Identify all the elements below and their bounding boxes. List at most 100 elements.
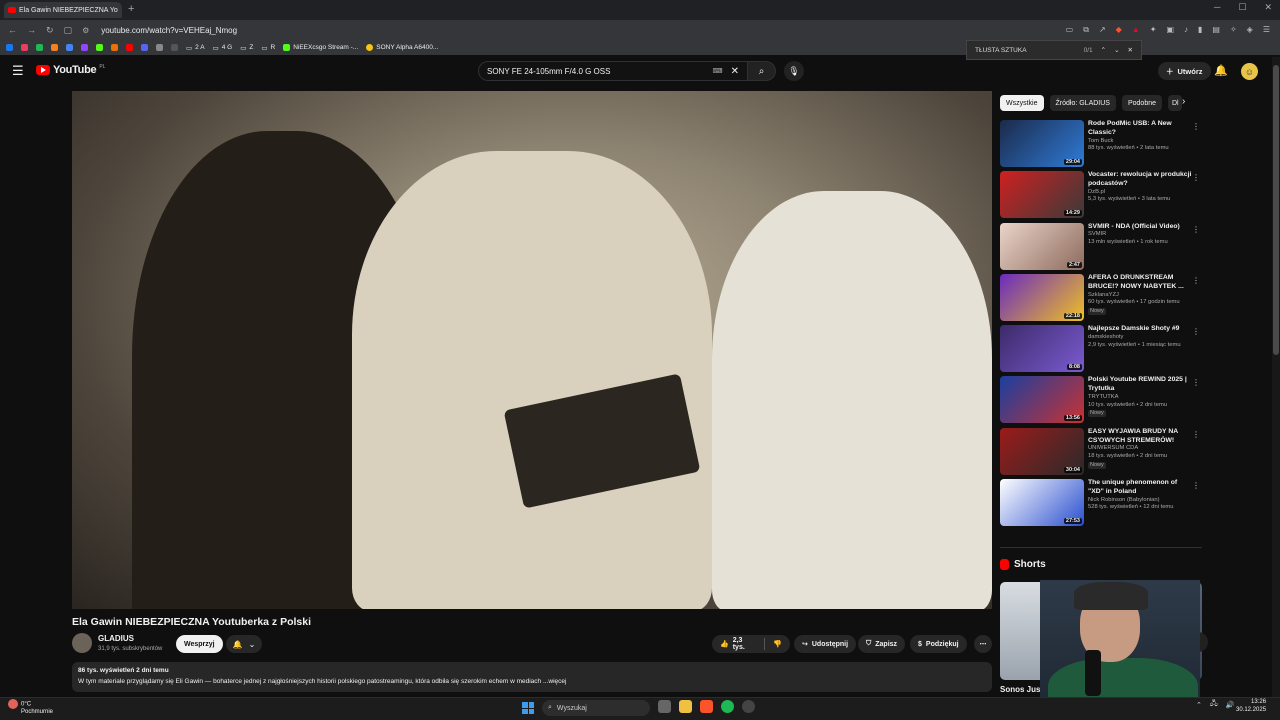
- video-thumbnail[interactable]: 14:29: [1000, 171, 1084, 219]
- taskbar-search[interactable]: ⌕ Wyszukaj: [542, 700, 650, 716]
- chevron-right-icon[interactable]: ›: [1182, 96, 1185, 107]
- sidebar-icon[interactable]: ▮: [1198, 25, 1202, 35]
- save-button[interactable]: ⛉ Zapisz: [858, 635, 906, 653]
- thumbs-down-icon[interactable]: 👎: [773, 640, 782, 648]
- tray-chevron-icon[interactable]: ⌃: [1196, 701, 1202, 709]
- bookmark-icon-b[interactable]: [66, 44, 73, 51]
- voice-search-button[interactable]: 🎙: [784, 61, 804, 81]
- browser-tab[interactable]: Ela Gawin NIEBEZPIECZNA Yo ✕: [4, 2, 122, 18]
- recommendation-channel[interactable]: TRYTUTKA: [1088, 394, 1192, 402]
- more-options-icon[interactable]: ⋮: [1192, 225, 1200, 234]
- create-button[interactable]: ＋ Utwórz: [1158, 62, 1211, 80]
- search-button[interactable]: ⌕: [748, 61, 776, 81]
- clear-search-icon[interactable]: ✕: [731, 66, 739, 77]
- video-thumbnail[interactable]: 13:56: [1000, 376, 1084, 424]
- forward-icon[interactable]: →: [27, 25, 36, 36]
- bookmark-kick-stream[interactable]: NiEEXcsgo Stream -...: [283, 44, 358, 51]
- discord-icon[interactable]: [141, 44, 148, 51]
- file-explorer-icon[interactable]: [679, 700, 692, 713]
- spotify-icon[interactable]: [721, 700, 734, 713]
- video-player[interactable]: [72, 91, 992, 609]
- brave-icon[interactable]: [700, 700, 713, 713]
- video-thumbnail[interactable]: 27:53: [1000, 479, 1084, 527]
- recommendation-channel[interactable]: UNIWERSUM CDA: [1088, 445, 1192, 453]
- more-options-icon[interactable]: ⋮: [1192, 173, 1200, 182]
- scrollbar-thumb[interactable]: [1273, 65, 1279, 355]
- taskbar-clock[interactable]: 13:26 30.12.2025: [1236, 699, 1266, 715]
- recommendation-channel[interactable]: Nick Robinson (Babylonian): [1088, 497, 1192, 505]
- brave-shield-icon[interactable]: ◆: [1116, 25, 1122, 35]
- recommendation-title[interactable]: Rode PodMic USB: A New Classic?: [1088, 120, 1192, 138]
- find-query[interactable]: TŁUSTA SZTUKA: [975, 47, 1027, 54]
- video-thumbnail[interactable]: 30:04: [1000, 427, 1084, 475]
- bookmark-folder-1[interactable]: ▭ 2 A: [186, 44, 205, 52]
- search-input[interactable]: SONY FE 24-105mm F/4.0 G OSS ⌨ ✕: [478, 61, 748, 81]
- youtube-logo[interactable]: YouTube PL: [36, 64, 105, 76]
- chip-source[interactable]: Źródło: GLADIUS: [1049, 95, 1116, 111]
- more-options-icon[interactable]: ⋮: [1192, 481, 1200, 490]
- find-prev-icon[interactable]: ⌃: [1101, 46, 1106, 54]
- screenshot-icon[interactable]: ▣: [1166, 25, 1174, 35]
- youtube-bookmark-icon[interactable]: [126, 44, 133, 51]
- video-thumbnail[interactable]: 22:18: [1000, 273, 1084, 321]
- recommendation-item[interactable]: 2:47 SVMIR - NDA (Official Video) SVMIR 13 …: [1000, 222, 1202, 274]
- channel-name[interactable]: GLADIUS: [98, 634, 134, 643]
- bookmark-icon-c[interactable]: [111, 44, 118, 51]
- bookmark-icon-d[interactable]: [156, 44, 163, 51]
- recommendation-item[interactable]: 22:18 AFERA O DRUNKSTREAM BRUCE!? NOWY NA…: [1000, 273, 1202, 325]
- thumbs-up-icon[interactable]: 👍: [720, 640, 729, 648]
- recommendation-title[interactable]: Vocaster: rewolucja w produkcji podcastó…: [1088, 171, 1192, 189]
- notifications-bell-icon[interactable]: 🔔: [1214, 64, 1228, 77]
- site-info-icon[interactable]: ⚙: [82, 26, 89, 35]
- video-thumbnail[interactable]: 29:04: [1000, 120, 1084, 167]
- vpn-icon[interactable]: ◈: [1247, 25, 1253, 35]
- leo-icon[interactable]: ✧: [1230, 25, 1237, 35]
- recommendation-item[interactable]: 8:08 Najlepsze Damskie Shoty #9 damskiesho…: [1000, 325, 1202, 376]
- recommendation-item[interactable]: 14:29 Vocaster: rewolucja w produkcji pod…: [1000, 171, 1202, 222]
- bookmark-icon-e[interactable]: [171, 44, 178, 51]
- chip-all[interactable]: Wszystkie: [1000, 95, 1044, 111]
- recommendation-title[interactable]: SVMIR - NDA (Official Video): [1088, 223, 1192, 232]
- chip-related[interactable]: Podobne: [1121, 95, 1162, 111]
- find-next-icon[interactable]: ⌄: [1114, 46, 1119, 54]
- extension-icon[interactable]: ✦: [1150, 25, 1157, 35]
- recommendation-item[interactable]: 13:56 Polski Youtube REWIND 2025 | Trytut…: [1000, 376, 1202, 427]
- reload-icon[interactable]: ↻: [46, 25, 54, 36]
- recommendation-title[interactable]: EASY WYJAWIA BRUDY NA CS'OWYCH STREMERÓW…: [1088, 428, 1192, 446]
- kick-icon[interactable]: [96, 44, 103, 51]
- recommendation-item[interactable]: 30:04 EASY WYJAWIA BRUDY NA CS'OWYCH STRE…: [1000, 427, 1202, 479]
- rewards-icon[interactable]: ▲: [1132, 25, 1140, 35]
- find-in-page-bar[interactable]: TŁUSTA SZTUKA 0/1 ⌃ ⌄ ✕: [966, 40, 1142, 60]
- wallet-icon[interactable]: ▤: [1212, 25, 1220, 35]
- volume-icon[interactable]: 🔊: [1226, 701, 1235, 709]
- recommendation-channel[interactable]: DzB.pl: [1088, 189, 1192, 197]
- bookmark-sony[interactable]: SONY Alpha A6400...: [366, 44, 438, 51]
- bookmark-folder-2[interactable]: ▭ 4 G: [213, 44, 233, 52]
- minimize-icon[interactable]: ─: [1214, 2, 1220, 13]
- weather-widget[interactable]: 0°C Pochmurnie: [8, 699, 53, 716]
- close-tab-icon[interactable]: ✕: [121, 6, 122, 15]
- new-tab-button[interactable]: +: [128, 3, 134, 15]
- recommendation-item[interactable]: 29:04 Rode PodMic USB: A New Classic? Tom …: [1000, 120, 1202, 171]
- obs-icon[interactable]: [742, 700, 755, 713]
- video-thumbnail[interactable]: 8:08: [1000, 325, 1084, 373]
- find-close-icon[interactable]: ✕: [1128, 46, 1133, 54]
- page-scrollbar[interactable]: [1272, 57, 1280, 697]
- bookmark-folder-4[interactable]: ▭ R: [261, 44, 275, 52]
- more-options-icon[interactable]: ⋮: [1192, 276, 1200, 285]
- windows-start-icon[interactable]: [522, 702, 534, 714]
- recommendation-channel[interactable]: SzklanaYZJ: [1088, 292, 1192, 300]
- facebook-icon[interactable]: [6, 44, 13, 51]
- music-icon[interactable]: ♪: [1184, 25, 1188, 35]
- close-window-icon[interactable]: ✕: [1264, 2, 1272, 13]
- maximize-icon[interactable]: ☐: [1238, 2, 1246, 13]
- recommendation-item[interactable]: 27:53 The unique phenomenon of "XD" in Po…: [1000, 479, 1202, 530]
- share-page-icon[interactable]: ↗: [1099, 25, 1106, 35]
- cast-icon[interactable]: ▭: [1066, 25, 1074, 35]
- more-options-icon[interactable]: ⋮: [1192, 430, 1200, 439]
- recommendation-title[interactable]: The unique phenomenon of "XD" in Poland: [1088, 479, 1192, 497]
- more-actions-button[interactable]: ⋯: [974, 635, 992, 653]
- bookmark-icon[interactable]: ▢: [64, 25, 73, 36]
- video-thumbnail[interactable]: 2:47: [1000, 222, 1084, 270]
- recommendation-channel[interactable]: damskieshoty: [1088, 334, 1192, 342]
